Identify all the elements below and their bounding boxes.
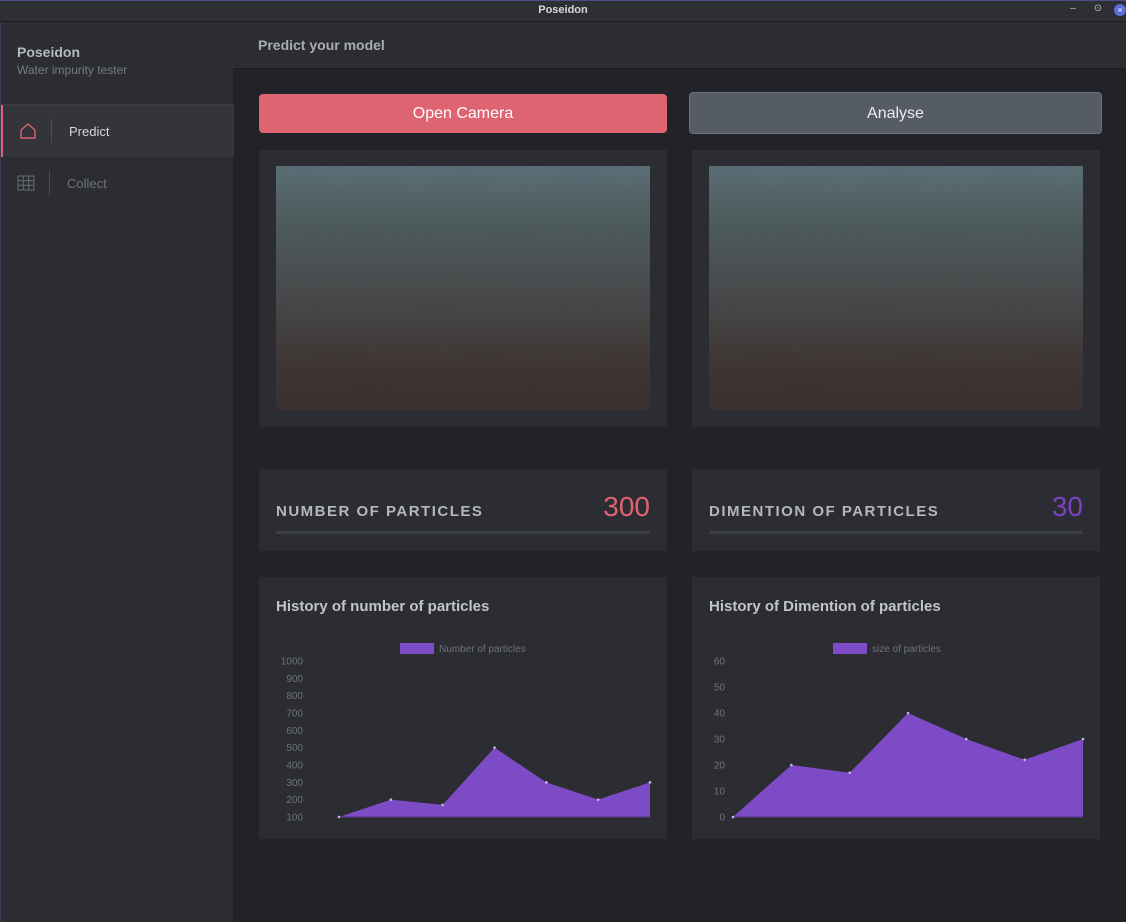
table-grid-icon <box>17 175 35 191</box>
particle-count-label: NUMBER OF PARTICLES <box>276 503 484 520</box>
y-tick-label: 200 <box>286 795 303 806</box>
data-point <box>1081 737 1085 741</box>
y-tick-label: 10 <box>714 787 726 798</box>
page-header: Predict your model <box>233 22 1126 69</box>
analyse-button[interactable]: Analyse <box>689 92 1102 134</box>
data-point <box>441 803 444 807</box>
data-point <box>389 798 393 801</box>
data-point <box>1023 758 1026 762</box>
camera-feed <box>276 166 650 410</box>
app-name: Poseidon <box>17 44 81 60</box>
analysis-panel <box>692 150 1100 427</box>
data-point <box>731 815 735 819</box>
particle-count-card: NUMBER OF PARTICLES 300 <box>259 469 667 551</box>
data-point <box>493 746 496 749</box>
legend-swatch <box>833 643 867 654</box>
nav-divider <box>51 119 52 143</box>
series-area <box>733 713 1083 817</box>
data-point <box>596 798 600 801</box>
sidebar-item-label: Predict <box>69 124 110 139</box>
particle-count-chart-card: History of number of particles Number of… <box>259 577 667 839</box>
y-tick-label: 900 <box>286 674 303 685</box>
data-point <box>337 815 341 819</box>
camera-panel <box>259 150 667 427</box>
close-button[interactable]: × <box>1114 4 1126 16</box>
y-tick-label: 1000 <box>281 657 304 668</box>
y-tick-label: 50 <box>714 683 726 694</box>
y-tick-label: 600 <box>286 726 303 737</box>
legend-label: size of particles <box>872 644 941 655</box>
y-tick-label: 100 <box>286 813 303 824</box>
maximize-button[interactable]: ⊙ <box>1091 3 1105 14</box>
legend-label: Number of particles <box>439 644 526 655</box>
legend-swatch <box>400 643 434 654</box>
analysed-image <box>709 166 1083 410</box>
window-titlebar: Poseidon – ⊙ × <box>0 0 1126 22</box>
y-tick-label: 30 <box>714 735 726 746</box>
particle-size-chart: size of particles 60 50 40 30 20 10 0 <box>714 643 1085 824</box>
data-point <box>648 781 652 784</box>
particle-count-bar <box>276 531 650 534</box>
y-tick-label: 0 <box>719 813 725 824</box>
data-point <box>965 737 968 741</box>
y-tick-label: 800 <box>286 691 303 702</box>
minimize-button[interactable]: – <box>1066 3 1080 14</box>
data-point <box>545 781 548 784</box>
home-icon <box>20 123 36 139</box>
sidebar-item-collect[interactable]: Collect <box>1 157 234 209</box>
y-tick-label: 700 <box>286 709 303 720</box>
open-camera-button[interactable]: Open Camera <box>259 94 667 133</box>
y-tick-label: 20 <box>714 761 726 772</box>
chart-legend: size of particles <box>833 643 941 655</box>
particle-dimension-label: DIMENTION OF PARTICLES <box>709 503 940 520</box>
page-title: Predict your model <box>258 37 385 53</box>
y-tick-label: 40 <box>714 709 726 720</box>
y-tick-label: 500 <box>286 743 303 754</box>
y-tick-label: 60 <box>714 657 726 668</box>
series-area <box>339 747 650 817</box>
data-point <box>848 771 851 775</box>
app-subtitle: Water impurity tester <box>17 63 128 77</box>
window-title: Poseidon <box>538 4 588 16</box>
particle-size-chart-card: History of Dimention of particles size o… <box>692 577 1100 839</box>
particle-dimension-bar <box>709 531 1083 534</box>
sidebar: Poseidon Water impurity tester Predict C… <box>0 22 234 922</box>
data-point <box>790 763 793 767</box>
chart-legend: Number of particles <box>400 643 526 655</box>
data-point <box>906 711 910 715</box>
brand: Poseidon Water impurity tester <box>17 44 127 77</box>
particle-count-chart: Number of particles 1000 900 800 700 600 500 40… <box>281 643 652 824</box>
particle-dimension-card: DIMENTION OF PARTICLES 30 <box>692 469 1100 551</box>
sidebar-item-label: Collect <box>67 176 107 191</box>
particle-count-value: 300 <box>603 491 650 522</box>
particle-dimension-value: 30 <box>1051 491 1083 522</box>
y-tick-label: 300 <box>286 778 303 789</box>
nav-divider <box>49 171 50 195</box>
sidebar-item-predict[interactable]: Predict <box>1 105 234 157</box>
y-tick-label: 400 <box>286 761 303 772</box>
